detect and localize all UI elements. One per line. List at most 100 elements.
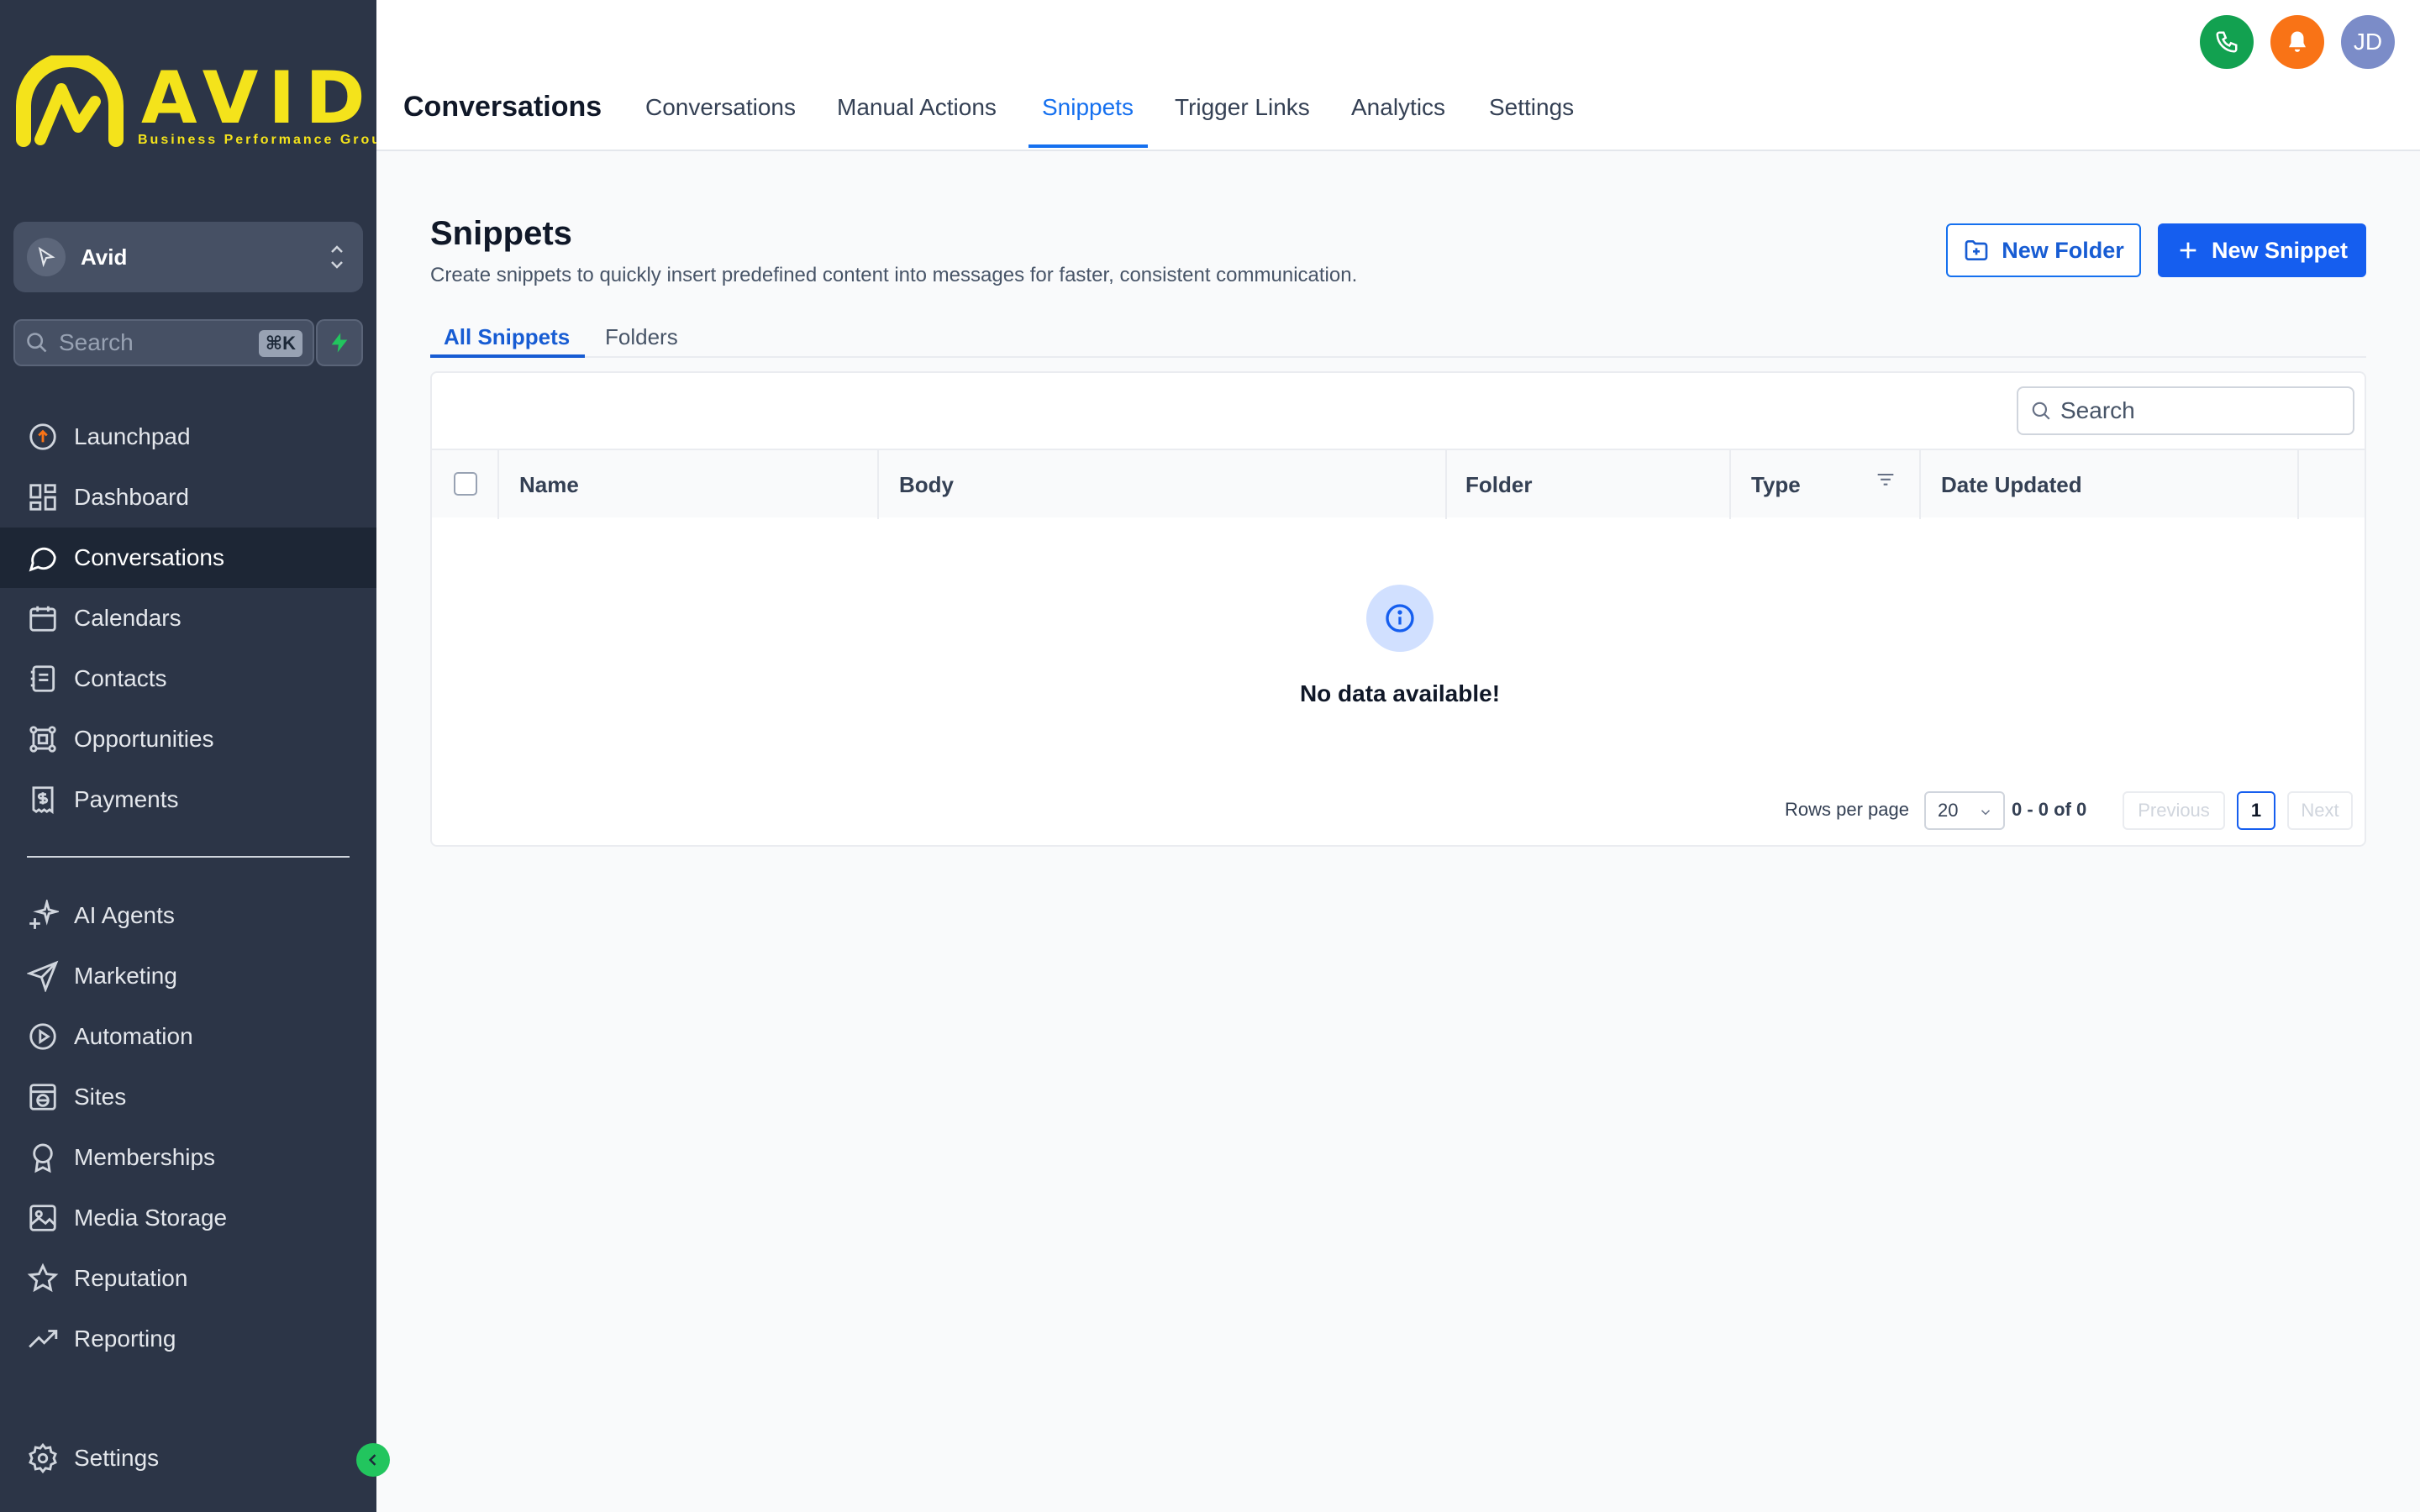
sidebar-item-calendars[interactable]: Calendars	[0, 588, 376, 648]
page-title: Snippets	[430, 215, 572, 252]
rows-per-page-select[interactable]: 20	[1924, 791, 2005, 830]
sidebar: AVID Business Performance Group Avid Sea…	[0, 0, 391, 1512]
column-header-body[interactable]: Body	[899, 450, 954, 519]
page-section-title: Conversations	[403, 91, 602, 123]
column-divider	[2297, 450, 2299, 519]
sidebar-item-label: Automation	[74, 1023, 193, 1049]
sidebar-item-dashboard[interactable]: Dashboard	[0, 467, 376, 528]
logo-subtitle: Business Performance Group	[138, 133, 393, 147]
sidebar-item-label: Dashboard	[74, 484, 189, 510]
account-switcher[interactable]: Avid	[13, 222, 363, 292]
new-folder-label: New Folder	[2002, 237, 2124, 263]
sidebar-item-label: Conversations	[74, 544, 224, 570]
empty-state-message: No data available!	[1299, 680, 1501, 706]
send-icon	[27, 960, 59, 992]
tab-snippets[interactable]: Snippets	[1042, 94, 1134, 121]
tab-manual-actions[interactable]: Manual Actions	[837, 94, 997, 121]
new-folder-button[interactable]: New Folder	[1946, 223, 2141, 277]
account-name: Avid	[81, 244, 128, 270]
sidebar-item-label: Contacts	[74, 665, 167, 691]
tab-settings[interactable]: Settings	[1489, 94, 1574, 121]
table-header: Name Body Folder Type Date Updated	[432, 449, 2365, 519]
phone-button[interactable]	[2200, 15, 2254, 69]
sidebar-search[interactable]: Search ⌘K	[13, 319, 314, 366]
avid-logo-mark-icon	[16, 52, 124, 147]
chat-bubble-icon	[29, 547, 56, 572]
sidebar-item-label: Opportunities	[74, 726, 214, 752]
column-header-name[interactable]: Name	[519, 450, 579, 519]
sidebar-item-label: Sites	[74, 1084, 127, 1110]
tab-conversations[interactable]: Conversations	[645, 94, 796, 121]
new-snippet-button[interactable]: New Snippet	[2158, 223, 2366, 277]
column-divider	[497, 450, 499, 519]
sidebar-item-marketing[interactable]: Marketing	[0, 946, 376, 1006]
search-icon	[27, 333, 47, 353]
sidebar-item-ai-agents[interactable]: AI Agents	[0, 885, 376, 946]
contacts-icon	[30, 665, 55, 692]
current-page-button[interactable]: 1	[2237, 791, 2275, 830]
sidebar-item-conversations[interactable]: Conversations	[0, 528, 376, 588]
sparkle-icon	[29, 900, 59, 929]
empty-state-icon	[1366, 585, 1434, 652]
sidebar-search-placeholder: Search	[59, 329, 134, 355]
tab-trigger-links[interactable]: Trigger Links	[1175, 94, 1310, 121]
tab-all-snippets[interactable]: All Snippets	[444, 324, 570, 350]
sidebar-item-contacts[interactable]: Contacts	[0, 648, 376, 709]
tab-analytics[interactable]: Analytics	[1351, 94, 1445, 121]
chevron-left-icon	[368, 1454, 376, 1466]
sidebar-item-label: Settings	[74, 1445, 160, 1471]
filter-icon[interactable]	[1874, 469, 1897, 492]
snippets-table-card: Search Name Body Folder Type Date Update…	[430, 371, 2366, 847]
launchpad-icon	[29, 423, 56, 450]
previous-page-button[interactable]: Previous	[2123, 791, 2225, 830]
tab-folders[interactable]: Folders	[605, 324, 678, 350]
user-avatar[interactable]: JD	[2341, 15, 2395, 69]
table-search-input[interactable]: Search	[2017, 386, 2354, 435]
brand-logo[interactable]: AVID Business Performance Group	[15, 52, 391, 150]
table-search-placeholder: Search	[2060, 397, 2135, 423]
sidebar-item-launchpad[interactable]: Launchpad	[0, 407, 376, 467]
column-divider	[1919, 450, 1921, 519]
sidebar-item-label: Payments	[74, 786, 179, 812]
page-description: Create snippets to quickly insert predef…	[430, 264, 1358, 286]
rows-per-page-label: Rows per page	[1785, 799, 1909, 820]
sidebar-item-opportunities[interactable]: Opportunities	[0, 709, 376, 769]
quick-actions-button[interactable]	[316, 319, 363, 366]
chevron-down-icon	[1981, 810, 1991, 816]
sidebar-item-label: AI Agents	[74, 902, 175, 928]
column-header-date-updated[interactable]: Date Updated	[1941, 450, 2082, 519]
sidebar-item-label: Marketing	[74, 963, 177, 989]
collapse-sidebar-button[interactable]	[356, 1443, 390, 1477]
opportunities-icon	[29, 726, 56, 753]
sidebar-item-media-storage[interactable]: Media Storage	[0, 1188, 376, 1248]
sidebar-item-label: Reputation	[74, 1265, 188, 1291]
column-header-type[interactable]: Type	[1751, 450, 1801, 519]
automation-icon	[29, 1023, 56, 1050]
dashboard-icon	[29, 484, 56, 511]
shortcut-badge: ⌘K	[258, 330, 302, 357]
sidebar-item-automation[interactable]: Automation	[0, 1006, 376, 1067]
bell-icon	[2289, 31, 2306, 52]
calendar-icon	[29, 606, 56, 632]
sidebar-item-payments[interactable]: Payments	[0, 769, 376, 830]
trend-up-icon	[29, 1330, 58, 1348]
notifications-button[interactable]	[2270, 15, 2324, 69]
sidebar-item-memberships[interactable]: Memberships	[0, 1127, 376, 1188]
phone-icon	[2216, 31, 2238, 53]
logo-text: AVID	[141, 56, 376, 140]
next-page-button[interactable]: Next	[2287, 791, 2353, 830]
sub-tab-divider	[430, 356, 2366, 358]
star-icon	[27, 1263, 59, 1293]
sidebar-item-settings[interactable]: Settings	[0, 1428, 376, 1488]
select-all-checkbox[interactable]	[454, 472, 477, 496]
sidebar-item-reputation[interactable]: Reputation	[0, 1248, 376, 1309]
sidebar-item-sites[interactable]: Sites	[0, 1067, 376, 1127]
sidebar-item-label: Calendars	[74, 605, 182, 631]
sidebar-item-label: Launchpad	[74, 423, 191, 449]
column-header-folder[interactable]: Folder	[1465, 450, 1532, 519]
payments-icon	[32, 786, 54, 815]
active-sub-tab-indicator	[430, 354, 585, 358]
top-header: Conversations Conversations Manual Actio…	[376, 0, 2420, 151]
pagination-range: 0 - 0 of 0	[2012, 799, 2087, 820]
sidebar-item-reporting[interactable]: Reporting	[0, 1309, 376, 1369]
